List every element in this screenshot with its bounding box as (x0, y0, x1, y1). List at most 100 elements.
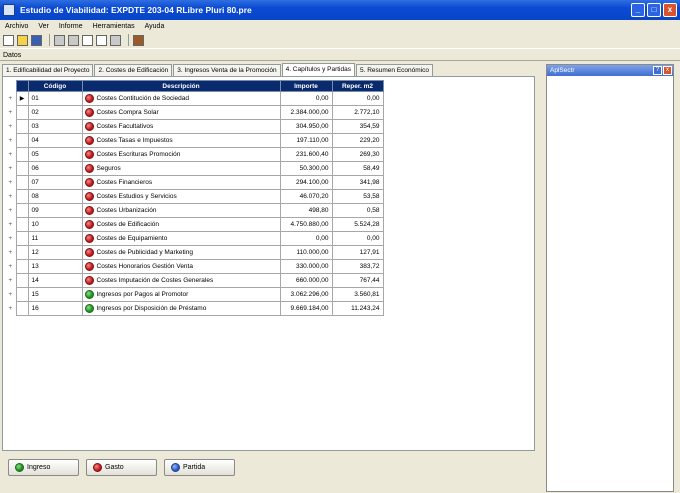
calculator-icon[interactable] (54, 34, 65, 46)
cell-importe[interactable]: 0,00 (279, 91, 333, 106)
print-icon[interactable] (110, 34, 121, 46)
menu-herramientas[interactable]: Herramientas (88, 23, 140, 30)
table-row[interactable]: +09 Costes Urbanización 498,80 0,58 (5, 203, 384, 218)
minimize-button[interactable]: _ (631, 3, 645, 17)
cell-importe[interactable]: 46.070,20 (279, 189, 333, 204)
expand-toggle[interactable]: + (5, 274, 16, 288)
cell-codigo[interactable]: 02 (27, 105, 83, 120)
cell-codigo[interactable]: 05 (27, 147, 83, 162)
cell-descripcion[interactable]: Costes de Equipamiento (81, 231, 281, 246)
cell-codigo[interactable]: 09 (27, 203, 83, 218)
exit-icon[interactable] (133, 34, 144, 46)
row-selector[interactable] (15, 203, 29, 218)
cell-repercusion[interactable]: 354,59 (331, 119, 384, 134)
row-selector[interactable] (15, 259, 29, 274)
expand-toggle[interactable]: + (5, 92, 16, 106)
table-row[interactable]: +06 Seguros 50.300,00 58,49 (5, 161, 384, 176)
cell-repercusion[interactable]: 0,00 (331, 91, 384, 106)
cell-codigo[interactable]: 14 (27, 273, 83, 288)
new-file-icon[interactable] (3, 34, 14, 46)
table-row[interactable]: +02 Costes Compra Solar 2.384.000,00 2.772,… (5, 105, 384, 120)
cell-repercusion[interactable]: 53,58 (331, 189, 384, 204)
tab-resumen-economico[interactable]: 5. Resumen Económico (355, 64, 433, 76)
cell-codigo[interactable]: 01 (27, 91, 83, 106)
tab-costes-edificacion[interactable]: 2. Costes de Edificación (94, 64, 173, 76)
column-header-descripcion[interactable]: Descripción (81, 80, 281, 92)
cell-codigo[interactable]: 12 (27, 245, 83, 260)
copy-icon[interactable] (68, 34, 79, 46)
cell-descripcion[interactable]: Ingresos por Disposición de Préstamo (81, 301, 281, 316)
cell-repercusion[interactable]: 383,72 (331, 259, 384, 274)
cell-importe[interactable]: 330.000,00 (279, 259, 333, 274)
cell-codigo[interactable]: 04 (27, 133, 83, 148)
cell-descripcion[interactable]: Costes Contitución de Sociedad (81, 91, 281, 106)
cell-descripcion[interactable]: Costes Facultativos (81, 119, 281, 134)
row-selector[interactable] (15, 245, 29, 260)
cell-repercusion[interactable]: 127,91 (331, 245, 384, 260)
row-selector[interactable] (15, 105, 29, 120)
cell-descripcion[interactable]: Seguros (81, 161, 281, 176)
table-row[interactable]: + ▶ 01 Costes Contitución de Sociedad 0,00 0,… (5, 91, 384, 106)
cell-importe[interactable]: 294.100,00 (279, 175, 333, 190)
row-selector[interactable] (15, 175, 29, 190)
cell-repercusion[interactable]: 341,98 (331, 175, 384, 190)
expand-toggle[interactable]: + (5, 260, 16, 274)
table-row[interactable]: +12 Costes de Publicidad y Marketing 110.0… (5, 245, 384, 260)
table-row[interactable]: +04 Costes Tasas e Impuestos 197.110,00 229… (5, 133, 384, 148)
cell-descripcion[interactable]: Ingresos por Pagos al Promotor (81, 287, 281, 302)
cell-codigo[interactable]: 08 (27, 189, 83, 204)
row-selector[interactable] (15, 189, 29, 204)
table-row[interactable]: +08 Costes Estudios y Servicios 46.070,20 5… (5, 189, 384, 204)
cell-repercusion[interactable]: 767,44 (331, 273, 384, 288)
cell-descripcion[interactable]: Costes Estudios y Servicios (81, 189, 281, 204)
row-selector[interactable] (15, 301, 29, 316)
maximize-button[interactable]: □ (647, 3, 661, 17)
row-selector[interactable] (15, 287, 29, 302)
save-icon[interactable] (31, 34, 42, 46)
expand-toggle[interactable]: + (5, 176, 16, 190)
expand-toggle[interactable]: + (5, 190, 16, 204)
row-selector[interactable] (15, 217, 29, 232)
cell-importe[interactable]: 110.000,00 (279, 245, 333, 260)
open-folder-icon[interactable] (17, 34, 28, 46)
tab-capitulos-partidas[interactable]: 4. Capítulos y Partidas (281, 63, 355, 76)
expand-toggle[interactable]: + (5, 232, 16, 246)
menu-ayuda[interactable]: Ayuda (140, 23, 170, 30)
cell-importe[interactable]: 9.669.184,00 (279, 301, 333, 316)
menu-informe[interactable]: Informe (54, 23, 88, 30)
cell-codigo[interactable]: 06 (27, 161, 83, 176)
row-selector[interactable] (15, 147, 29, 162)
row-selector[interactable] (15, 273, 29, 288)
table-row[interactable]: +05 Costes Escrituras Promoción 231.600,40… (5, 147, 384, 162)
cell-importe[interactable]: 197.110,00 (279, 133, 333, 148)
partida-button[interactable]: Partida (164, 459, 235, 476)
gasto-button[interactable]: Gasto (86, 459, 157, 476)
cell-importe[interactable]: 50.300,00 (279, 161, 333, 176)
table-row[interactable]: +13 Costes Honorarios Gestión Venta 330.00… (5, 259, 384, 274)
preview-icon[interactable] (96, 34, 107, 46)
cell-repercusion[interactable]: 0,00 (331, 231, 384, 246)
expand-toggle[interactable]: + (5, 204, 16, 218)
row-selector[interactable] (15, 133, 29, 148)
table-row[interactable]: +10 Costes de Edificación 4.750.880,00 5.52… (5, 217, 384, 232)
cell-importe[interactable]: 3.062.296,00 (279, 287, 333, 302)
expand-toggle[interactable]: + (5, 106, 16, 120)
cell-repercusion[interactable]: 269,30 (331, 147, 384, 162)
table-row[interactable]: +11 Costes de Equipamiento 0,00 0,00 (5, 231, 384, 246)
cell-importe[interactable]: 660.000,00 (279, 273, 333, 288)
row-selector[interactable] (15, 231, 29, 246)
table-row[interactable]: +15 Ingresos por Pagos al Promotor 3.062.2… (5, 287, 384, 302)
cell-repercusion[interactable]: 3.560,81 (331, 287, 384, 302)
cell-repercusion[interactable]: 2.772,10 (331, 105, 384, 120)
datos-label[interactable]: Datos (3, 52, 21, 59)
cell-descripcion[interactable]: Costes Escrituras Promoción (81, 147, 281, 162)
expand-toggle[interactable]: + (5, 120, 16, 134)
close-button[interactable]: x (663, 3, 677, 17)
column-header-importe[interactable]: Importe (279, 80, 333, 92)
cell-descripcion[interactable]: Costes Imputación de Costes Generales (81, 273, 281, 288)
table-row[interactable]: +03 Costes Facultativos 304.950,00 354,59 (5, 119, 384, 134)
side-panel-close-button[interactable]: x (663, 66, 672, 75)
side-panel-help-button[interactable]: ? (653, 66, 662, 75)
cell-codigo[interactable]: 13 (27, 259, 83, 274)
table-row[interactable]: +07 Costes Financieros 294.100,00 341,98 (5, 175, 384, 190)
